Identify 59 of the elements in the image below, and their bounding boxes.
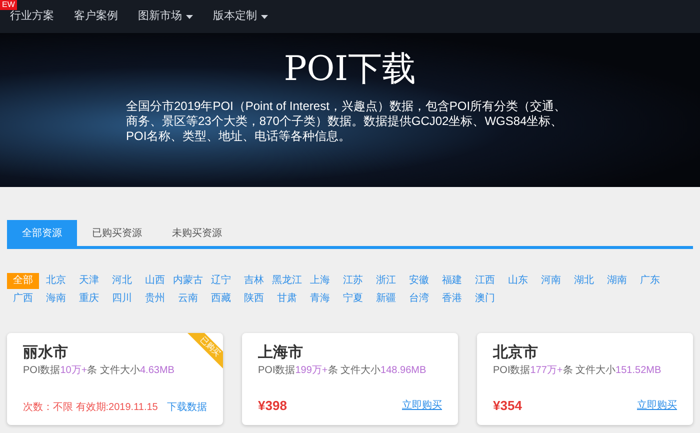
new-badge: EW xyxy=(0,0,17,10)
region-link[interactable]: 河南 xyxy=(535,273,567,289)
hero-title: POI下载 xyxy=(284,48,416,91)
hero-description: 全国分市2019年POI（Point of Interest，兴趣点）数据，包含POI所有分类（交通、商务、景区等23个大类，870个子类）数据。数据提供GCJ02坐标、WGS84坐标、POI名称、类型、地址、电话等各种信息。 xyxy=(126,99,568,144)
region-link[interactable]: 安徽 xyxy=(403,273,435,289)
region-link[interactable]: 新疆 xyxy=(370,291,402,307)
region-link[interactable]: 湖南 xyxy=(601,273,633,289)
region-link[interactable]: 云南 xyxy=(172,291,204,307)
region-link[interactable]: 福建 xyxy=(436,273,468,289)
region-link[interactable]: 河北 xyxy=(106,273,138,289)
region-link[interactable]: 山西 xyxy=(139,273,171,289)
region-link[interactable]: 青海 xyxy=(304,291,336,307)
caret-icon xyxy=(186,14,193,18)
region-link[interactable]: 黑龙江 xyxy=(271,273,303,289)
download-link[interactable]: 下载数据 xyxy=(167,400,207,415)
region-link[interactable]: 江苏 xyxy=(337,273,369,289)
region-link[interactable]: 西藏 xyxy=(205,291,237,307)
region-link[interactable]: 澳门 xyxy=(469,291,501,307)
city-name: 北京市 xyxy=(493,343,539,363)
data-stats: POI数据199万+条 文件大小148.96MB xyxy=(258,364,428,378)
buy-link[interactable]: 立即购买 xyxy=(402,398,442,413)
region-link[interactable]: 辽宁 xyxy=(205,273,237,289)
region-link[interactable]: 北京 xyxy=(40,273,72,289)
region-link[interactable]: 广东 xyxy=(634,273,666,289)
region-link[interactable]: 宁夏 xyxy=(337,291,369,307)
nav-menu-item[interactable]: 图新市场 xyxy=(138,8,193,25)
price: ¥354 xyxy=(493,396,522,414)
validity-text: 次数：不限 有效期:2019.11.15 xyxy=(23,400,158,415)
region-link[interactable]: 山东 xyxy=(502,273,534,289)
region-link[interactable]: 广西 xyxy=(7,291,39,307)
region-link[interactable]: 台湾 xyxy=(403,291,435,307)
region-link[interactable]: 上海 xyxy=(304,273,336,289)
region-link[interactable]: 陕西 xyxy=(238,291,270,307)
region-link[interactable]: 贵州 xyxy=(139,291,171,307)
region-link[interactable]: 香港 xyxy=(436,291,468,307)
price: ¥398 xyxy=(258,396,287,414)
data-stats: POI数据177万+条 文件大小151.52MB xyxy=(493,364,662,378)
region-link[interactable]: 重庆 xyxy=(73,291,105,307)
city-name: 丽水市 xyxy=(23,343,69,363)
buy-link[interactable]: 立即购买 xyxy=(637,398,677,413)
city-name: 上海市 xyxy=(258,343,304,363)
nav-menu-item[interactable]: 行业方案 xyxy=(10,8,54,25)
region-link[interactable]: 全部 xyxy=(7,273,39,289)
region-link[interactable]: 湖北 xyxy=(568,273,600,289)
nav-menu-item[interactable]: 版本定制 xyxy=(213,8,268,25)
nav-menu-item[interactable]: 客户案例 xyxy=(74,8,118,25)
region-link[interactable]: 浙江 xyxy=(370,273,402,289)
filter-tab[interactable]: 未购买资源 xyxy=(157,220,237,246)
region-link[interactable]: 天津 xyxy=(73,273,105,289)
region-link[interactable]: 内蒙古 xyxy=(172,273,204,289)
region-link[interactable]: 江西 xyxy=(469,273,501,289)
region-link[interactable]: 海南 xyxy=(40,291,72,307)
caret-icon xyxy=(261,14,268,18)
filter-tab[interactable]: 全部资源 xyxy=(7,220,77,246)
filter-tab[interactable]: 已购买资源 xyxy=(77,220,157,246)
data-stats: POI数据10万+条 文件大小4.63MB xyxy=(23,364,176,378)
region-link[interactable]: 四川 xyxy=(106,291,138,307)
region-link[interactable]: 吉林 xyxy=(238,273,270,289)
region-link[interactable]: 甘肃 xyxy=(271,291,303,307)
